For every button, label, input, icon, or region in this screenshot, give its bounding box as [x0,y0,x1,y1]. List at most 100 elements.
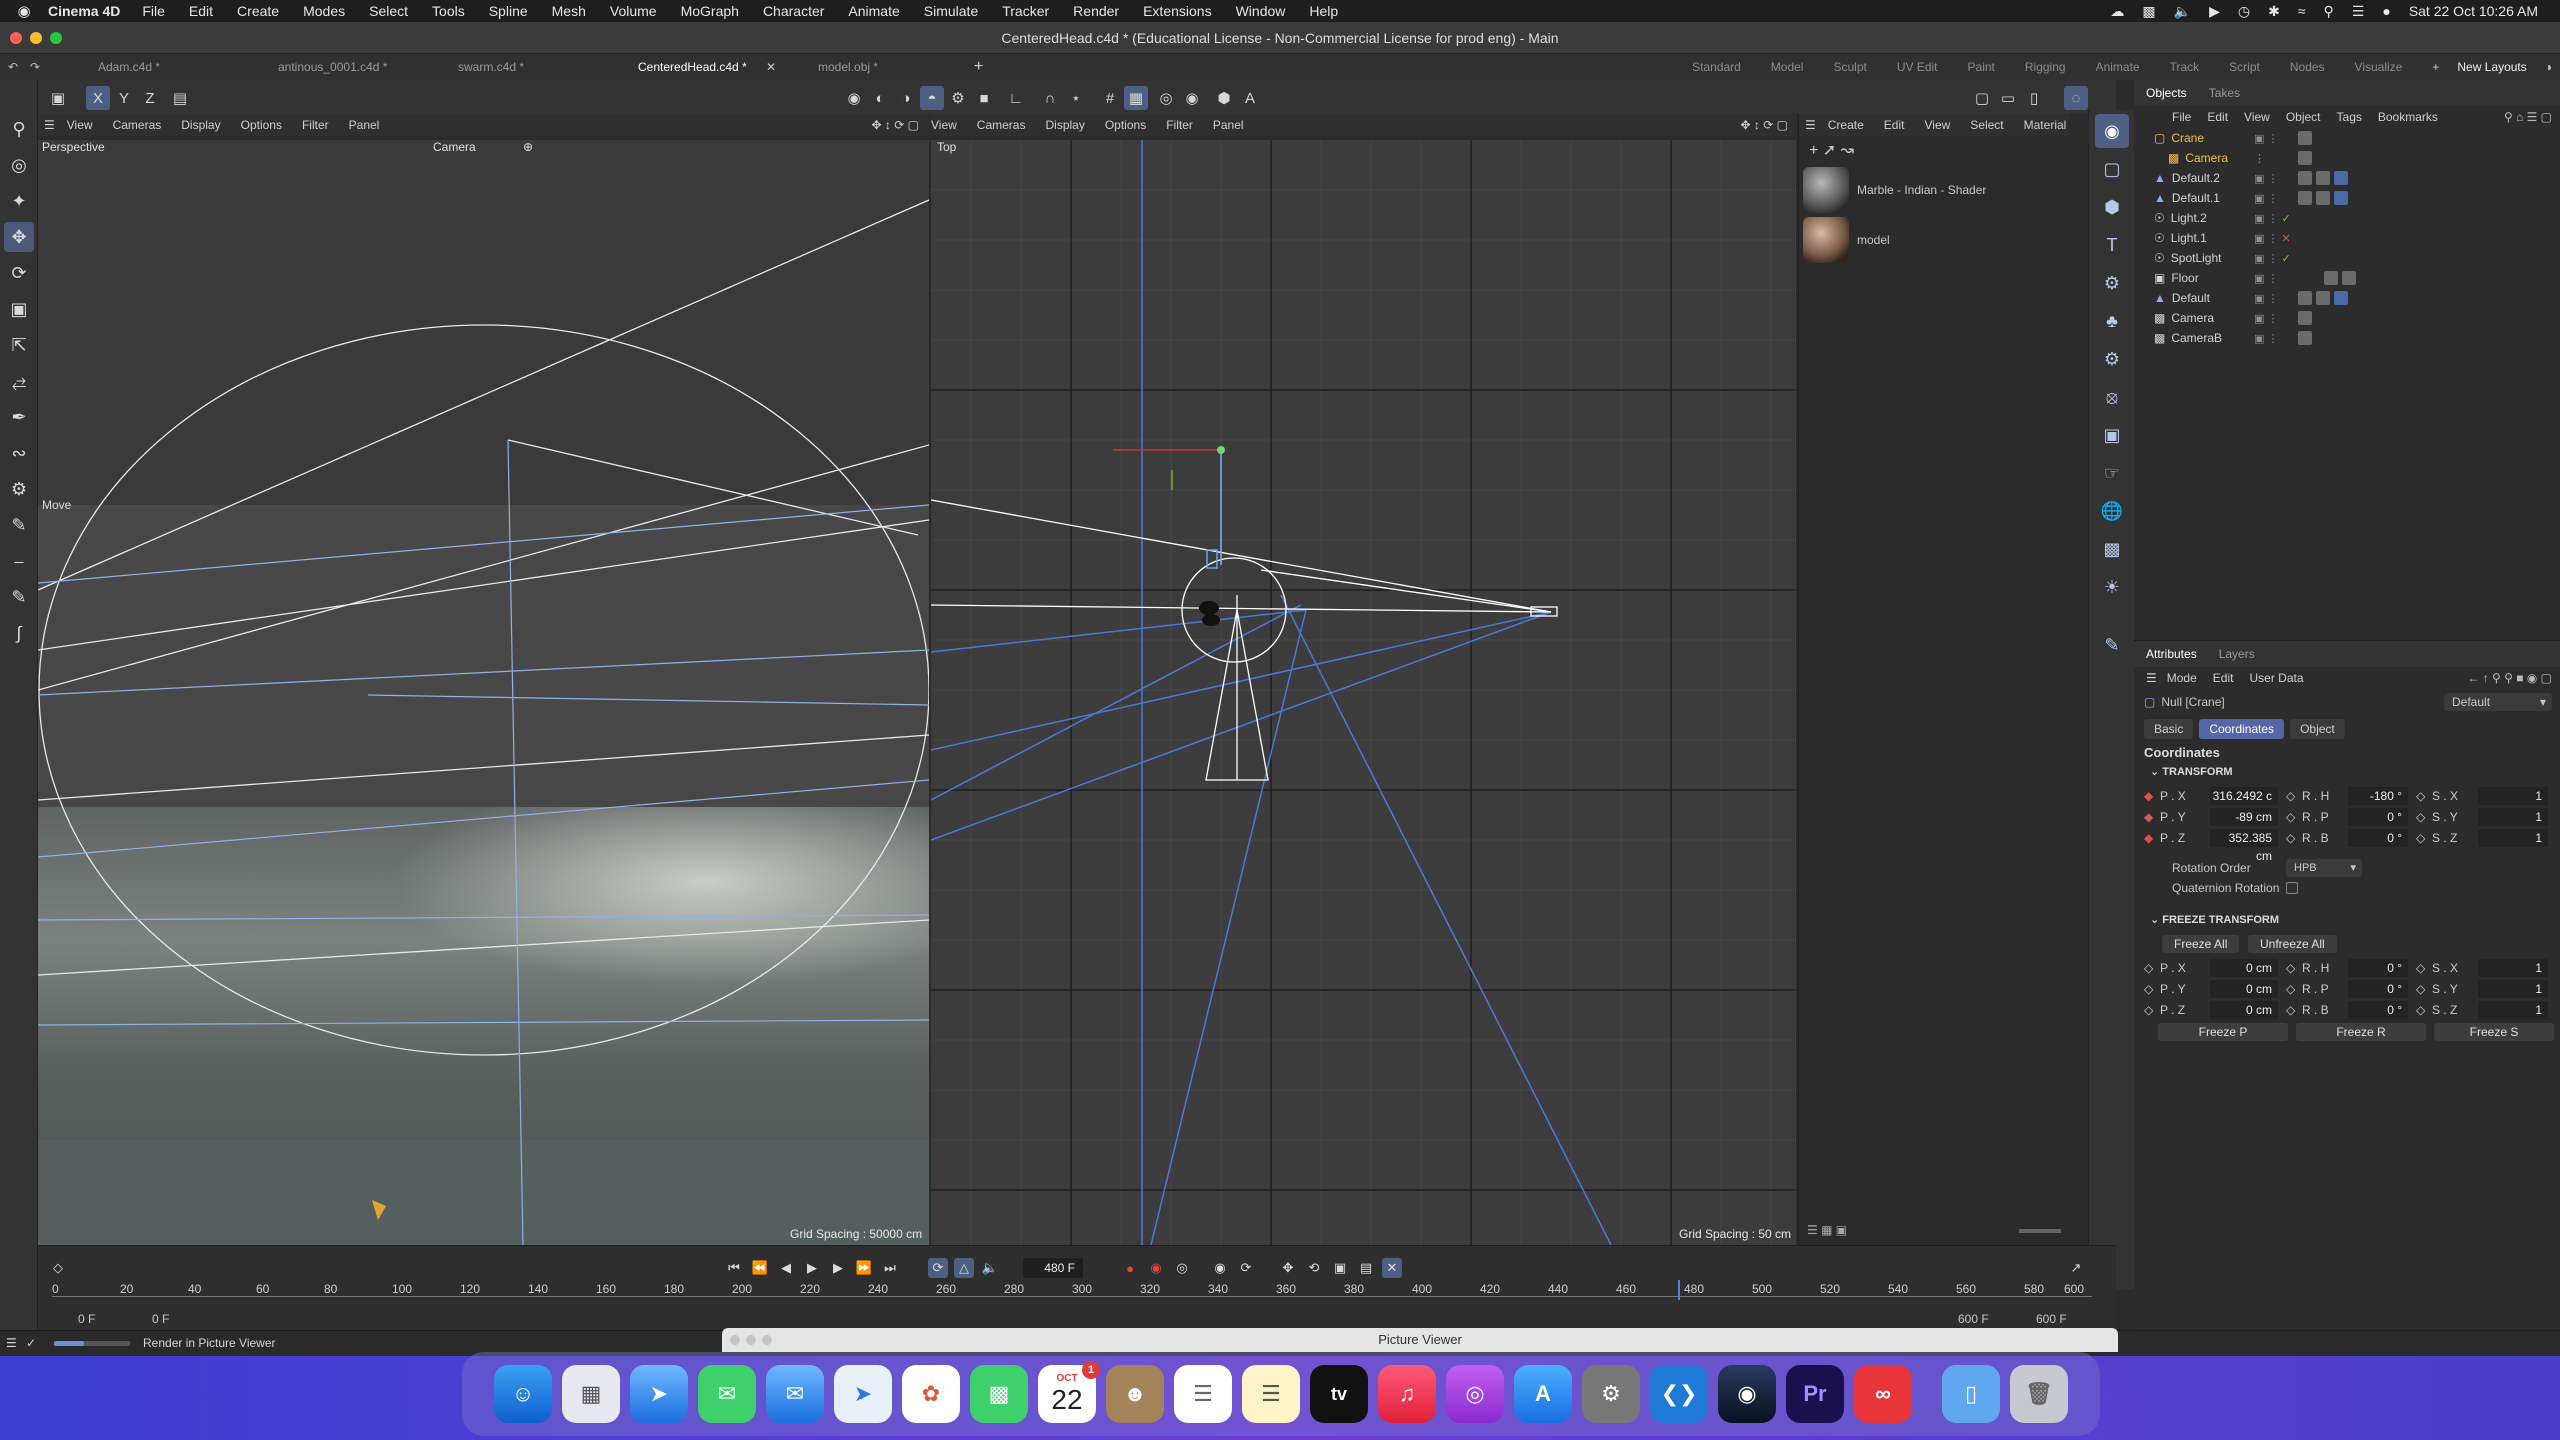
obj-menu-view[interactable]: View [2244,110,2270,124]
light-object-icon[interactable]: ☀ [2095,570,2129,604]
keyframe-icon[interactable]: ◇ [2286,829,2295,847]
soft-selection-icon[interactable]: ◉ [1180,86,1204,110]
next-frame-icon[interactable]: ▶ [828,1258,848,1278]
object-row[interactable]: ☉ Light.2 ▣ ⋮ ✓ [2154,208,2560,228]
next-key-icon[interactable]: ⏩ [854,1258,874,1278]
material-tag-icon[interactable] [2316,191,2330,205]
scale-z-field[interactable]: 1 [2478,829,2548,847]
status-check-icon[interactable]: ✓ [26,1336,36,1350]
vscode-icon[interactable]: ❮❯ [1650,1365,1708,1423]
auto-key-icon[interactable]: ◉ [1146,1258,1166,1278]
keyframe-icon[interactable]: ◆ [2144,787,2153,805]
mat-menu-select[interactable]: Select [1970,118,2003,132]
visibility-flags[interactable]: ▣ ⋮ ✓ [2254,252,2291,265]
cinema4d-icon[interactable]: ◉ [1718,1365,1776,1423]
freeze-group[interactable]: ⌄ FREEZE TRANSFORM [2150,913,2279,926]
new-material-icon[interactable]: + ➚ ↝ [1809,140,1854,160]
current-frame-field[interactable]: 480 F [1023,1258,1083,1278]
vp-menu-panel[interactable]: Panel [349,118,380,132]
app-store-icon[interactable]: A [1514,1365,1572,1423]
material-zoom-slider[interactable] [2019,1229,2061,1233]
keyframe-icon[interactable]: ◇ [2286,980,2295,998]
menu-animate[interactable]: Animate [848,3,899,19]
target-tag-icon[interactable] [2298,311,2312,325]
viewport-name[interactable]: Top [937,140,956,154]
freeze-scale-y-field[interactable]: 1 [2478,980,2548,998]
creative-cloud-icon[interactable]: ☁ [2110,3,2124,20]
move-tool-icon[interactable]: ✥ [4,222,34,252]
safari-icon[interactable]: ➤ [630,1365,688,1423]
sound-icon[interactable]: 🔈 [980,1258,1000,1278]
freeze-rot-h-field[interactable]: 0 ° [2348,959,2408,977]
add-layout-icon[interactable]: + [2432,60,2439,74]
close-window-icon[interactable] [730,1335,740,1345]
render-view-icon[interactable]: ◉ [842,86,866,110]
vp-menu-filter[interactable]: Filter [1166,118,1193,132]
field-icon[interactable]: ⦻ [2095,380,2129,414]
rot-p-field[interactable]: 0 ° [2348,808,2408,826]
layout-visualize[interactable]: Visualize [2355,60,2403,74]
material-tag-icon[interactable] [2298,191,2312,205]
range-end-field[interactable]: 600 F [2036,1312,2067,1326]
keyframe-icon[interactable]: ◇ [2416,980,2425,998]
vp-menu-view[interactable]: View [931,118,957,132]
go-to-end-icon[interactable]: ⏭ [880,1258,900,1278]
status-menu-icon[interactable]: ☰ [6,1336,17,1350]
vp-menu-view[interactable]: View [67,118,93,132]
mat-menu-create[interactable]: Create [1828,118,1864,132]
scale-y-field[interactable]: 1 [2478,808,2548,826]
scene-icon[interactable]: ▣ [2095,418,2129,452]
picture-viewer-window[interactable]: Picture Viewer [722,1328,2118,1352]
range-start-field[interactable]: 0 F [78,1312,95,1326]
photos-icon[interactable]: ✿ [902,1365,960,1423]
interactive-render-icon[interactable]: ◓ [920,86,944,110]
keyframe-icon[interactable]: ◇ [2286,787,2295,805]
vp-menu-display[interactable]: Display [181,118,220,132]
layout-track[interactable]: Track [2170,60,2200,74]
vp-menu-filter[interactable]: Filter [302,118,329,132]
obj-menu-file[interactable]: File [2172,110,2191,124]
attr-menu-edit[interactable]: Edit [2213,671,2234,685]
vp-menu-options[interactable]: Options [1105,118,1146,132]
target-tag-icon[interactable] [2298,331,2312,345]
object-row[interactable]: ▲ Default ▣ ⋮ [2154,288,2560,308]
material-tag-icon[interactable] [2316,171,2330,185]
object-row[interactable]: ▩ Camera ▣ ⋮ [2154,308,2560,328]
playhead[interactable] [1678,1280,1680,1300]
enable-axis-icon[interactable]: ⬢ [1212,86,1236,110]
screen-mirror-icon[interactable]: ▩ [2142,3,2155,20]
compositing-tag-icon[interactable] [2324,271,2338,285]
material-view-mode-icons[interactable]: ☰ ▦ ▣ [1807,1223,1847,1237]
control-center-icon[interactable]: ☰ [2352,3,2365,20]
environment-icon[interactable]: 🌐 [2095,494,2129,528]
visibility-flags[interactable]: ▣ ⋮ [2254,192,2278,205]
play-icon[interactable]: ▶ [2209,3,2220,20]
render-settings-icon[interactable]: ◐ [868,86,892,110]
creative-cloud-icon[interactable]: ∞ [1854,1365,1912,1423]
object-row[interactable]: ▢ Crane ▣ ⋮ [2154,128,2560,148]
keyframe-icon[interactable]: ◇ [2416,808,2425,826]
pos-z-field[interactable]: 352.385 cm [2210,829,2278,863]
perspective-viewport[interactable]: Perspective Camera ⊕ Move Grid Spacing :… [38,140,929,1245]
transfer-tool-icon[interactable]: ⇱ [4,330,34,360]
tab-objects[interactable]: Objects [2146,86,2187,100]
timeline-ruler[interactable]: 0 20 40 60 80 100 120 140 160 180 200 22… [52,1280,2092,1304]
apple-menu-icon[interactable]: ◉ [0,2,48,20]
text-icon[interactable]: T [2095,228,2129,262]
reminders-icon[interactable]: ☰ [1174,1365,1232,1423]
interpolation-icon[interactable]: ✕ [1382,1258,1402,1278]
live-selection-icon[interactable]: ◎ [4,150,34,180]
preview-range-icon[interactable]: △ [954,1258,974,1278]
visibility-flags[interactable]: ▣ ⋮ ✕ [2254,232,2291,245]
vp-menu-display[interactable]: Display [1045,118,1084,132]
keyframe-icon[interactable]: ◇ [2286,1001,2295,1019]
menu-tools[interactable]: Tools [432,3,465,19]
uvw-tag-icon[interactable] [2334,291,2348,305]
freeze-all-button[interactable]: Freeze All [2162,935,2240,953]
layout-uv-edit[interactable]: UV Edit [1897,60,1938,74]
key-rotation-icon[interactable]: ⟳ [1236,1258,1256,1278]
viewport-menu-icon[interactable]: ☰ [44,118,55,132]
redo-icon[interactable]: ↷ [30,60,74,74]
key-pla-icon[interactable]: ▣ [1330,1258,1350,1278]
undo-icon[interactable]: ↶ [0,60,30,74]
